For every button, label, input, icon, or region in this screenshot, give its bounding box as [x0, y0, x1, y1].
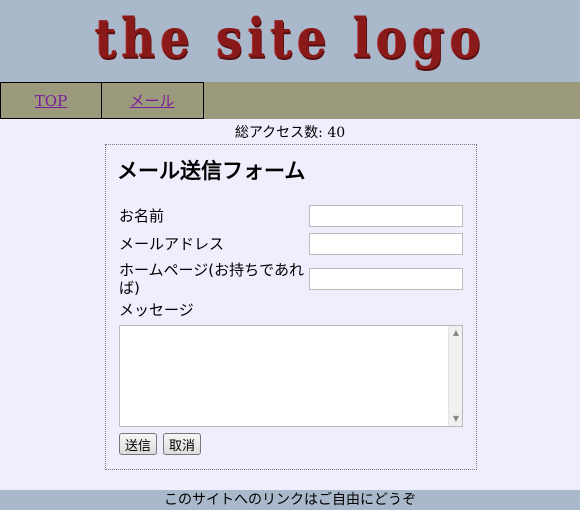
- nav-link-top[interactable]: TOP: [35, 92, 67, 110]
- message-textarea[interactable]: ▲ ▼: [119, 325, 463, 427]
- nav-link-mail[interactable]: メール: [129, 90, 174, 111]
- nav-bar: TOP メール: [0, 82, 580, 119]
- submit-button[interactable]: 送信: [119, 433, 157, 455]
- cancel-button[interactable]: 取消: [163, 433, 201, 455]
- homepage-label-line2: ば): [119, 279, 140, 297]
- name-field[interactable]: [309, 205, 463, 227]
- homepage-label: ホームページ(お持ちであれ ば): [119, 261, 304, 297]
- scroll-up-icon[interactable]: ▲: [449, 326, 463, 340]
- email-field[interactable]: [309, 233, 463, 255]
- scroll-down-icon[interactable]: ▼: [449, 412, 463, 426]
- site-header: the site logo: [0, 0, 580, 82]
- name-label: お名前: [119, 207, 165, 225]
- access-counter: 総アクセス数: 40: [234, 125, 346, 141]
- nav-item-mail[interactable]: メール: [101, 82, 204, 119]
- form-title: メール送信フォーム: [117, 159, 306, 183]
- message-label: メッセージ: [119, 301, 194, 319]
- nav-item-top[interactable]: TOP: [0, 82, 102, 119]
- homepage-field[interactable]: [309, 268, 463, 290]
- mail-form: メール送信フォーム お名前 メールアドレス ホームページ(お持ちであれ ば) メ…: [105, 144, 477, 470]
- logo-text: the site logo: [94, 6, 486, 70]
- message-scrollbar[interactable]: ▲ ▼: [448, 326, 462, 426]
- site-logo[interactable]: the site logo: [0, 0, 580, 82]
- email-label: メールアドレス: [119, 235, 225, 253]
- homepage-label-line1: ホームページ(お持ちであれ: [119, 261, 304, 279]
- footer: このサイトへのリンクはご自由にどうぞ: [0, 490, 580, 510]
